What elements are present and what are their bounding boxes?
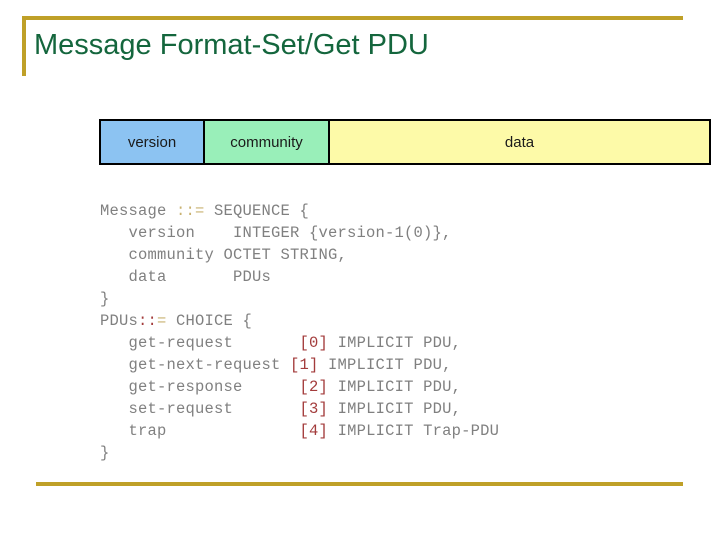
- asn1-choice-get-response-name: get-response: [100, 378, 300, 396]
- page-title: Message Format-Set/Get PDU: [34, 29, 429, 61]
- asn1-assign-operator: ::=: [176, 202, 205, 220]
- pdu-field-data-label: data: [504, 133, 535, 151]
- asn1-line-version: version INTEGER {version-1(0)},: [100, 224, 452, 242]
- asn1-choice-trap-type: IMPLICIT Trap-PDU: [328, 422, 500, 440]
- asn1-line-message-head: Message: [100, 202, 177, 220]
- asn1-line-close-sequence: }: [100, 290, 110, 308]
- asn1-pdus-equals: =: [157, 312, 167, 330]
- asn1-choice-set-request-tag: [3]: [299, 400, 329, 418]
- asn1-choice-get-response-type: IMPLICIT PDU,: [328, 378, 462, 396]
- pdu-message-format-table: version community data: [99, 119, 711, 165]
- asn1-line-close-choice: }: [100, 444, 110, 462]
- pdu-field-community-label: community: [230, 133, 303, 151]
- asn1-choice-get-request-tag: [0]: [299, 334, 329, 352]
- asn1-choice-set-request-type: IMPLICIT PDU,: [328, 400, 462, 418]
- pdu-field-community: community: [205, 121, 330, 163]
- asn1-pdus-colons: ::: [138, 312, 158, 330]
- asn1-choice-get-request-name: get-request: [100, 334, 300, 352]
- footer-divider: [36, 482, 683, 486]
- asn1-line-pdus-head: PDUs: [100, 312, 139, 330]
- asn1-line-pdus-tail: CHOICE {: [166, 312, 253, 330]
- title-top-divider: [22, 16, 683, 20]
- asn1-choice-get-next-request-name: get-next-request: [100, 356, 291, 374]
- asn1-choice-trap-tag: [4]: [299, 422, 329, 440]
- asn1-line-community: community OCTET STRING,: [100, 246, 348, 264]
- asn1-choice-get-request-type: IMPLICIT PDU,: [328, 334, 462, 352]
- asn1-line-message-tail: SEQUENCE {: [204, 202, 310, 220]
- asn1-choice-get-next-request-type: IMPLICIT PDU,: [318, 356, 452, 374]
- asn1-choice-get-response-tag: [2]: [299, 378, 329, 396]
- title-left-accent-bar: [22, 16, 26, 76]
- asn1-choice-set-request-name: set-request: [100, 400, 300, 418]
- asn1-line-data: data PDUs: [100, 268, 272, 286]
- asn1-definition-block: Message ::= SEQUENCE { version INTEGER {…: [100, 200, 499, 464]
- title-area: Message Format-Set/Get PDU: [22, 16, 683, 78]
- pdu-field-version-label: version: [127, 133, 177, 151]
- asn1-choice-trap-name: trap: [100, 422, 300, 440]
- pdu-field-version: version: [101, 121, 205, 163]
- asn1-choice-get-next-request-tag: [1]: [290, 356, 319, 374]
- pdu-field-data: data: [330, 121, 709, 163]
